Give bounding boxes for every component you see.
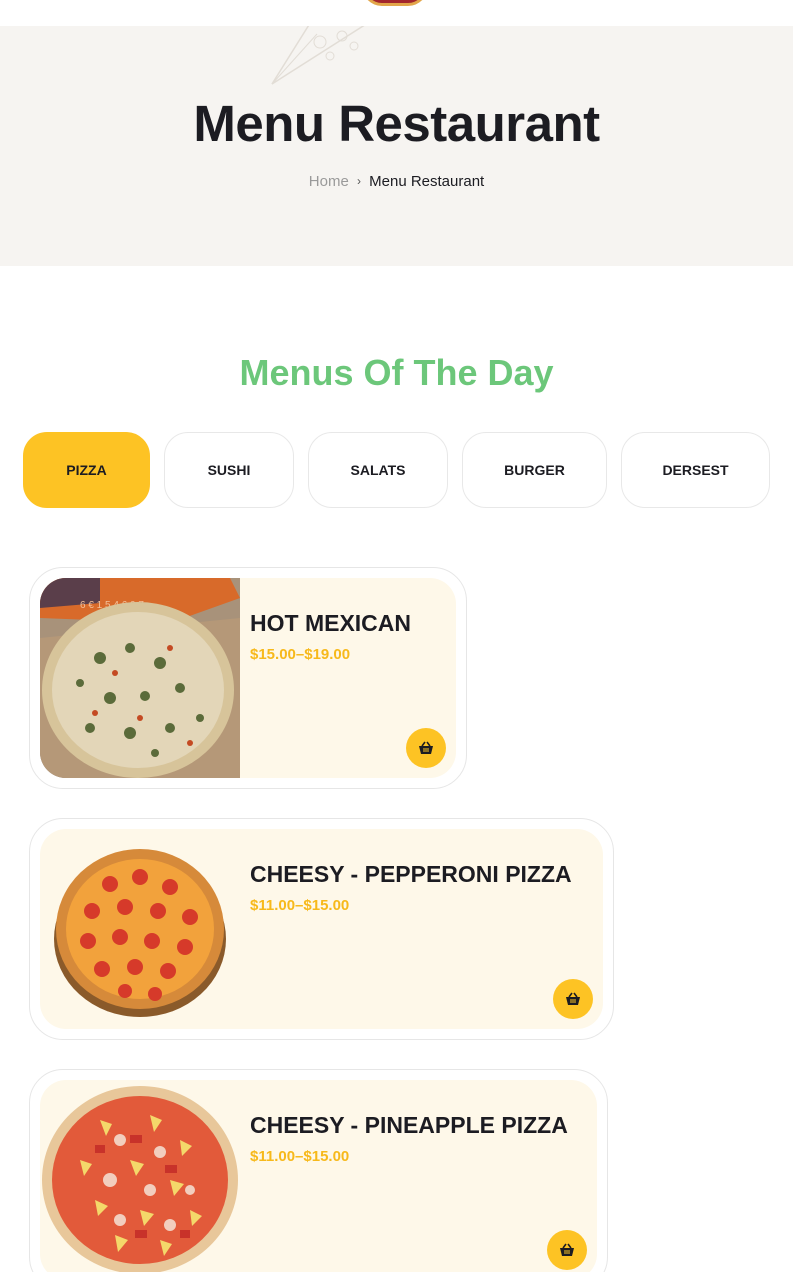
tab-burger[interactable]: BURGER <box>462 432 607 508</box>
product-card-body: CHEESY - PINEAPPLE PIZZA $11.00–$15.00 <box>40 1080 597 1272</box>
basket-icon <box>566 992 580 1005</box>
top-header-bar <box>0 0 793 26</box>
product-price: $15.00–$19.00 <box>250 646 351 663</box>
product-card[interactable]: CHEESY - PINEAPPLE PIZZA $11.00–$15.00 <box>29 1069 608 1272</box>
product-card[interactable]: 6 € 1 5 4 6 0 7 HOT MEXICAN $15.00–$19.0… <box>29 567 467 789</box>
product-name[interactable]: CHEESY - PINEAPPLE PIZZA <box>250 1112 568 1139</box>
product-card-body: 6 € 1 5 4 6 0 7 HOT MEXICAN $15.00–$19.0… <box>40 578 456 778</box>
tab-dersest[interactable]: DERSEST <box>621 432 770 508</box>
tab-salats[interactable]: SALATS <box>308 432 448 508</box>
basket-icon <box>560 1243 574 1256</box>
breadcrumb-home-link[interactable]: Home <box>309 173 349 190</box>
product-name[interactable]: HOT MEXICAN <box>250 610 411 637</box>
add-to-cart-button[interactable] <box>406 728 446 768</box>
logo[interactable] <box>362 0 428 6</box>
section-title: Menus Of The Day <box>239 352 554 393</box>
add-to-cart-button[interactable] <box>547 1230 587 1270</box>
product-price: $11.00–$15.00 <box>250 897 350 914</box>
product-name[interactable]: CHEESY - PEPPERONI PIZZA <box>250 861 572 888</box>
product-card[interactable]: CHEESY - PEPPERONI PIZZA $11.00–$15.00 <box>29 818 614 1040</box>
page-title: Menu Restaurant <box>193 95 600 152</box>
basket-icon <box>419 741 433 754</box>
pizza-jalapeno-photo: 6 € 1 5 4 6 0 7 <box>40 578 240 778</box>
product-price: $11.00–$15.00 <box>250 1148 350 1165</box>
add-to-cart-button[interactable] <box>553 979 593 1019</box>
pizza-slice-outline-icon <box>271 26 365 85</box>
product-card-body: CHEESY - PEPPERONI PIZZA $11.00–$15.00 <box>40 829 603 1029</box>
breadcrumb-current: Menu Restaurant <box>369 173 485 190</box>
pizza-pepperoni-photo <box>54 849 226 1017</box>
breadcrumb: Home › Menu Restaurant <box>0 173 793 190</box>
tab-pizza[interactable]: PIZZA <box>23 432 150 508</box>
chevron-right-icon: › <box>356 174 361 188</box>
pizza-pineapple-photo <box>42 1086 238 1272</box>
page-hero: Menu Restaurant Home › Menu Restaurant <box>0 26 793 266</box>
tab-sushi[interactable]: SUSHI <box>164 432 294 508</box>
